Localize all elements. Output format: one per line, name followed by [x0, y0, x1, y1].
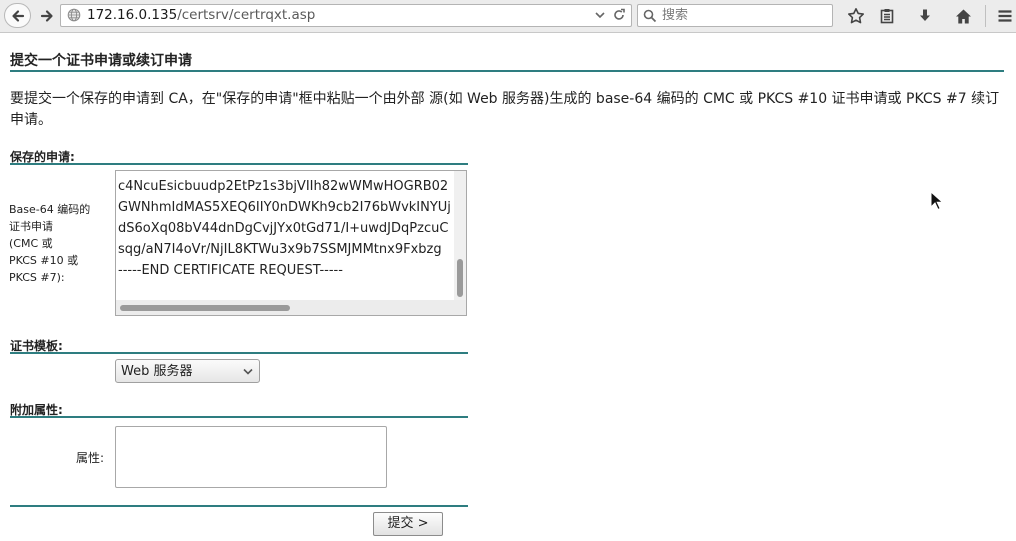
saved-request-label: Base-64 编码的 证书申请 (CMC 或 PKCS #10 或 PKCS … — [9, 203, 91, 284]
attributes-textarea[interactable] — [115, 426, 387, 488]
url-text: 172.16.0.135/certsrv/certrqxt.asp — [87, 7, 315, 24]
clipboard-icon — [880, 9, 894, 24]
intro-text: 要提交一个保存的申请到 CA，在"保存的申请"框中粘贴一个由外部 源(如 Web… — [10, 91, 1000, 128]
mouse-cursor-icon — [930, 191, 944, 211]
bottom-divider — [10, 505, 468, 507]
vertical-scroll-thumb[interactable] — [457, 259, 463, 297]
horizontal-scrollbar[interactable] — [116, 300, 466, 315]
url-host: 172.16.0.135 — [87, 7, 178, 23]
star-icon — [848, 8, 864, 24]
home-button[interactable] — [953, 6, 973, 26]
forward-button[interactable] — [34, 3, 60, 28]
toolbar-separator — [985, 5, 986, 27]
request-line: GWNhmIdMAS5XEQ6IIY0nDWKh9cb2I76bWvkINYUj — [118, 200, 451, 215]
submit-button[interactable]: 提交 > — [373, 512, 443, 536]
saved-request-divider — [10, 163, 468, 165]
search-bar[interactable]: 搜索 — [637, 4, 833, 27]
url-path: /certsrv/certrqxt.asp — [177, 7, 316, 23]
template-divider — [10, 352, 468, 354]
url-bar[interactable]: 172.16.0.135/certsrv/certrqxt.asp — [60, 4, 632, 27]
bookmark-star-button[interactable] — [846, 6, 866, 26]
arrow-right-icon — [40, 9, 53, 22]
request-line: dS6oXq08bV44dnDgCvjJYx0tGd71/I+uwdJDqPzc… — [118, 221, 449, 236]
template-selected-value: Web 服务器 — [121, 364, 193, 379]
template-select[interactable]: Web 服务器 — [115, 359, 260, 383]
home-icon — [955, 9, 971, 23]
title-divider — [10, 70, 1004, 72]
bookmarks-menu-button[interactable] — [877, 6, 897, 26]
downloads-button[interactable] — [915, 6, 935, 26]
horizontal-scroll-thumb[interactable] — [120, 305, 290, 311]
request-line: sqg/aN7I4oVr/NjIL8KTWu3x9b7SSMJMMtnx9Fxb… — [118, 242, 442, 257]
attributes-divider — [10, 416, 468, 418]
back-button[interactable] — [4, 3, 31, 28]
request-line: c4NcuEsicbuudp2EtPz1s3bjVIIh82wWMwHOGRB0… — [118, 179, 449, 194]
browser-toolbar: 172.16.0.135/certsrv/certrqxt.asp 搜索 — [0, 0, 1016, 33]
page-title: 提交一个证书申请或续订申请 — [10, 53, 192, 69]
globe-icon — [67, 8, 81, 22]
hamburger-menu-icon — [998, 10, 1012, 22]
arrow-left-icon — [11, 9, 24, 22]
download-arrow-icon — [920, 9, 930, 21]
chevron-down-icon[interactable] — [594, 9, 606, 21]
menu-button[interactable] — [995, 6, 1015, 26]
attributes-label: 属性: — [76, 451, 105, 465]
request-line: -----END CERTIFICATE REQUEST----- — [118, 263, 343, 278]
saved-request-textarea[interactable]: c4NcuEsicbuudp2EtPz1s3bjVIIh82wWMwHOGRB0… — [115, 170, 467, 316]
request-text: c4NcuEsicbuudp2EtPz1s3bjVIIh82wWMwHOGRB0… — [118, 176, 451, 281]
chevron-down-icon — [243, 368, 253, 375]
search-icon — [643, 9, 657, 23]
vertical-scrollbar[interactable] — [454, 171, 466, 300]
search-placeholder: 搜索 — [662, 8, 689, 23]
reload-icon[interactable] — [612, 8, 626, 22]
